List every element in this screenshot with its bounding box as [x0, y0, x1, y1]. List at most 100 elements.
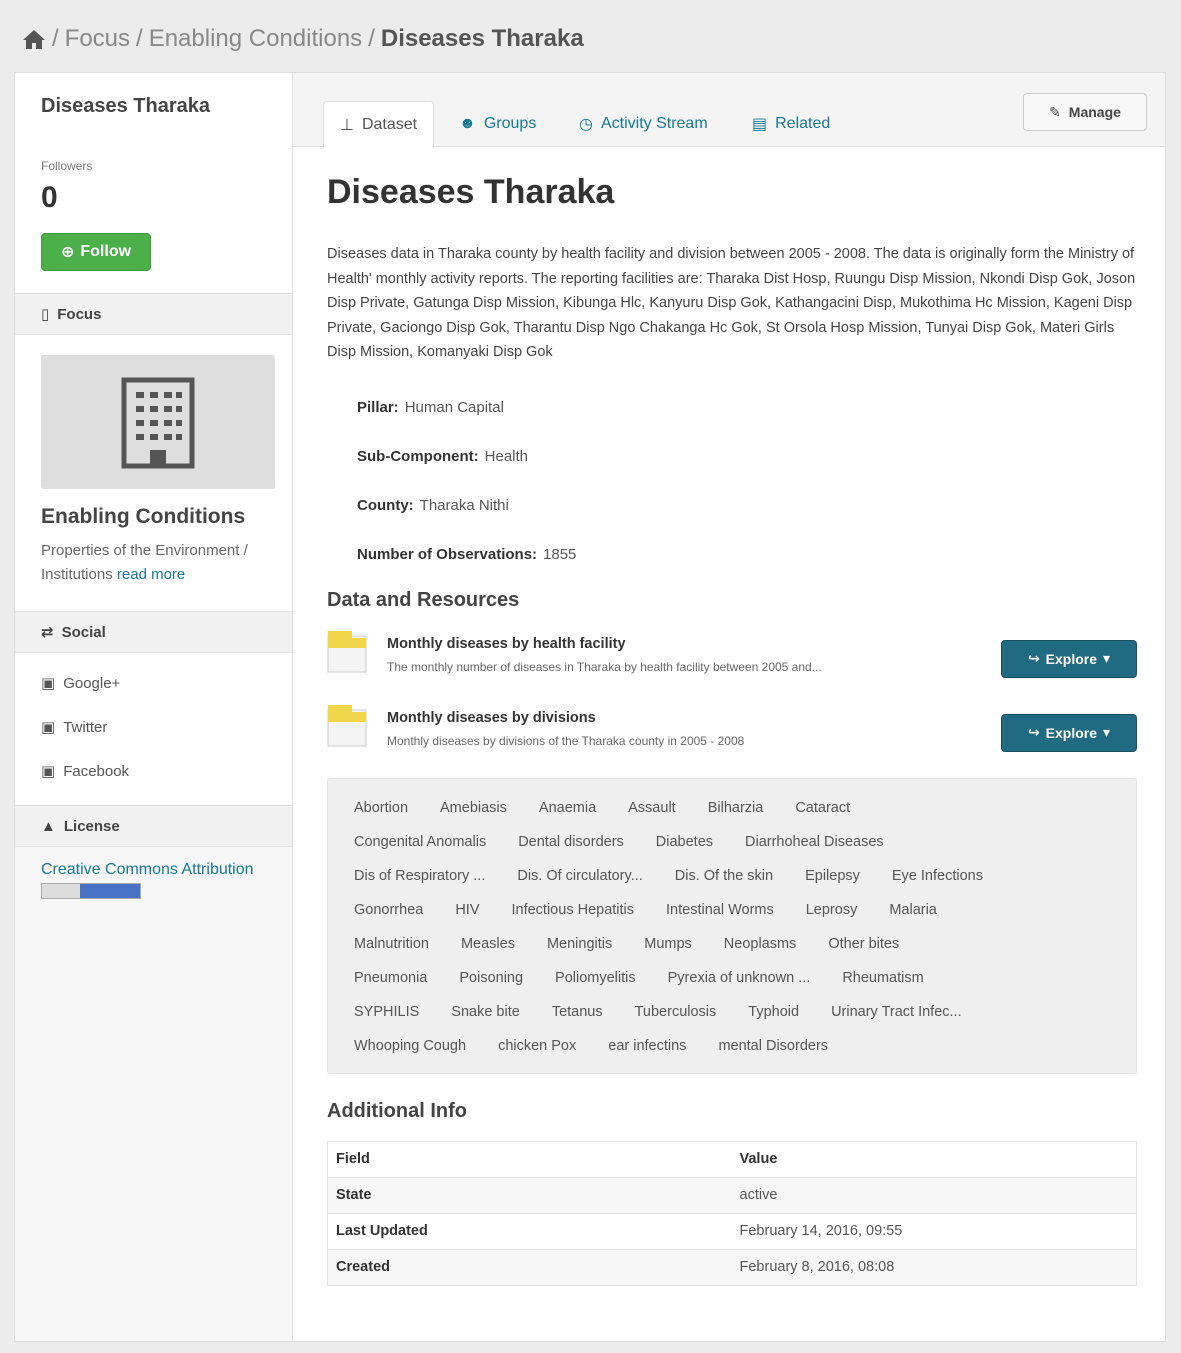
tag[interactable]: Congenital Anomalis — [342, 825, 498, 859]
explore-button[interactable]: ↪ Explore ▾ — [1001, 639, 1137, 678]
tag[interactable]: Bilharzia — [696, 791, 776, 825]
extra-value: Health — [484, 447, 528, 465]
social-item-label: Twitter — [63, 718, 108, 736]
table-row: Last Updated February 14, 2016, 09:55 — [327, 1212, 1137, 1249]
tag[interactable]: SYPHILIS — [342, 995, 431, 1029]
tag[interactable]: Epilepsy — [793, 859, 872, 893]
tab-activity-stream[interactable]: ◷ Activity Stream — [563, 101, 724, 147]
follow-button[interactable]: ⊕ Follow — [41, 233, 151, 271]
resource-format-icon — [327, 630, 367, 674]
tag[interactable]: Urinary Tract Infec... — [819, 995, 974, 1029]
tags-row: Dis of Respiratory ... Dis. Of circulato… — [342, 859, 1122, 893]
read-more-link[interactable]: read more — [117, 566, 185, 583]
tag[interactable]: ear infectins — [596, 1029, 698, 1063]
focus-heading: ▯ Focus — [15, 293, 292, 335]
tag[interactable]: Diarrhoheal Diseases — [733, 825, 896, 859]
share-arrow-icon: ↪ — [1027, 724, 1040, 740]
license-link[interactable]: Creative Commons Attribution — [41, 861, 254, 878]
tag[interactable]: Other bites — [816, 927, 911, 961]
tag[interactable]: chicken Pox — [486, 1029, 588, 1063]
table-cell-value: February 14, 2016, 09:55 — [731, 1212, 1137, 1249]
social-facebook[interactable]: ▣ Facebook — [41, 749, 266, 793]
table-cell-field: State — [327, 1176, 732, 1213]
social-list: ▣ Google+ ▣ Twitter ▣ Facebook — [15, 653, 292, 805]
tabs-bar: ⊥ Dataset ☻ Groups ◷ Activity Stream ▤ R… — [293, 73, 1165, 147]
tag[interactable]: Gonorrhea — [342, 893, 435, 927]
tags-row: Gonorrhea HIV Infectious Hepatitis Intes… — [342, 893, 1122, 927]
tag[interactable]: Whooping Cough — [342, 1029, 478, 1063]
tag[interactable]: Poisoning — [447, 961, 535, 995]
tag[interactable]: Pyrexia of unknown ... — [656, 961, 823, 995]
resource-item: Monthly diseases by health facility The … — [327, 630, 1137, 704]
tag[interactable]: Typhoid — [736, 995, 811, 1029]
social-heading: ⇄ Social — [15, 611, 292, 653]
table-cell-value: active — [731, 1176, 1137, 1213]
building-image[interactable] — [41, 355, 275, 489]
breadcrumb-focus[interactable]: Focus — [65, 25, 130, 53]
caret-down-icon: ▾ — [1103, 724, 1111, 740]
breadcrumb-enabling-conditions[interactable]: Enabling Conditions — [149, 25, 362, 53]
tags-row: Pneumonia Poisoning Poliomyelitis Pyrexi… — [342, 961, 1122, 995]
table-cell-field: Created — [327, 1248, 732, 1285]
resource-title[interactable]: Monthly diseases by divisions — [387, 710, 744, 726]
tag[interactable]: Malaria — [877, 893, 949, 927]
tag[interactable]: Tuberculosis — [623, 995, 729, 1029]
tag[interactable]: Amebiasis — [428, 791, 519, 825]
dataset-extras: Pillar: Human Capital Sub-Component: Hea… — [327, 383, 1137, 579]
resource-description: Monthly diseases by divisions of the Tha… — [387, 733, 745, 748]
manage-button[interactable]: ✎ Manage — [1023, 93, 1147, 131]
sitemap-icon: ⊥ — [340, 116, 354, 134]
tag[interactable]: Tetanus — [540, 995, 615, 1029]
tag[interactable]: Neoplasms — [712, 927, 809, 961]
tag[interactable]: Assault — [616, 791, 688, 825]
tag[interactable]: Abortion — [342, 791, 420, 825]
resource-description: The monthly number of diseases in Tharak… — [387, 659, 822, 674]
explore-button[interactable]: ↪ Explore ▾ — [1001, 713, 1137, 752]
tab-label: Activity Stream — [600, 115, 708, 132]
tag[interactable]: Infectious Hepatitis — [500, 893, 647, 927]
tag[interactable]: Pneumonia — [342, 961, 439, 995]
resource-title[interactable]: Monthly diseases by health facility — [387, 636, 822, 652]
tag[interactable]: Intestinal Worms — [654, 893, 786, 927]
tag[interactable]: Measles — [449, 927, 527, 961]
tab-related[interactable]: ▤ Related — [736, 101, 846, 147]
license-heading-label: License — [63, 817, 120, 835]
extra-key: Pillar: — [357, 398, 399, 416]
tag[interactable]: Meningitis — [535, 927, 624, 961]
social-google-plus[interactable]: ▣ Google+ — [41, 661, 266, 705]
tag[interactable]: Diabetes — [644, 825, 725, 859]
tag[interactable]: Dis. Of the skin — [663, 859, 785, 893]
tags-row: Abortion Amebiasis Anaemia Assault Bilha… — [342, 791, 1122, 825]
social-twitter[interactable]: ▣ Twitter — [41, 705, 266, 749]
resources-heading: Data and Resources — [327, 588, 520, 611]
tags-row: Congenital Anomalis Dental disorders Dia… — [342, 825, 1122, 859]
tag[interactable]: Anaemia — [527, 791, 608, 825]
tag[interactable]: Malnutrition — [342, 927, 441, 961]
cc-license-badge[interactable] — [41, 883, 141, 899]
tag[interactable]: Mumps — [632, 927, 704, 961]
tag[interactable]: Rheumatism — [830, 961, 935, 995]
table-cell-value: February 8, 2016, 08:08 — [731, 1248, 1137, 1285]
license-block: Creative Commons Attribution — [15, 847, 292, 913]
tag[interactable]: Cataract — [783, 791, 862, 825]
tab-label: Related — [775, 115, 831, 132]
tag[interactable]: mental Disorders — [706, 1029, 840, 1063]
tag[interactable]: Snake bite — [439, 995, 532, 1029]
tab-groups[interactable]: ☻ Groups — [443, 101, 552, 147]
tag[interactable]: Leprosy — [794, 893, 870, 927]
tag[interactable]: Dis of Respiratory ... — [342, 859, 497, 893]
tag[interactable]: Poliomyelitis — [543, 961, 648, 995]
social-heading-label: Social — [61, 623, 106, 641]
tag-list: Abortion Amebiasis Anaemia Assault Bilha… — [327, 777, 1137, 1074]
tag[interactable]: Dis. Of circulatory... — [505, 859, 654, 893]
focus-description: Properties of the Environment / Institut… — [41, 539, 276, 587]
extra-pillar: Pillar: Human Capital — [357, 383, 1137, 432]
tag[interactable]: Dental disorders — [506, 825, 636, 859]
home-icon[interactable] — [22, 28, 46, 50]
tab-dataset[interactable]: ⊥ Dataset — [323, 101, 435, 147]
table-row: Created February 8, 2016, 08:08 — [327, 1248, 1137, 1285]
tag[interactable]: Eye Infections — [880, 859, 995, 893]
tag[interactable]: HIV — [443, 893, 491, 927]
sidebar: Diseases Tharaka Followers 0 ⊕ Follow ▯ … — [15, 73, 293, 1341]
explore-button-label: Explore — [1045, 724, 1098, 741]
